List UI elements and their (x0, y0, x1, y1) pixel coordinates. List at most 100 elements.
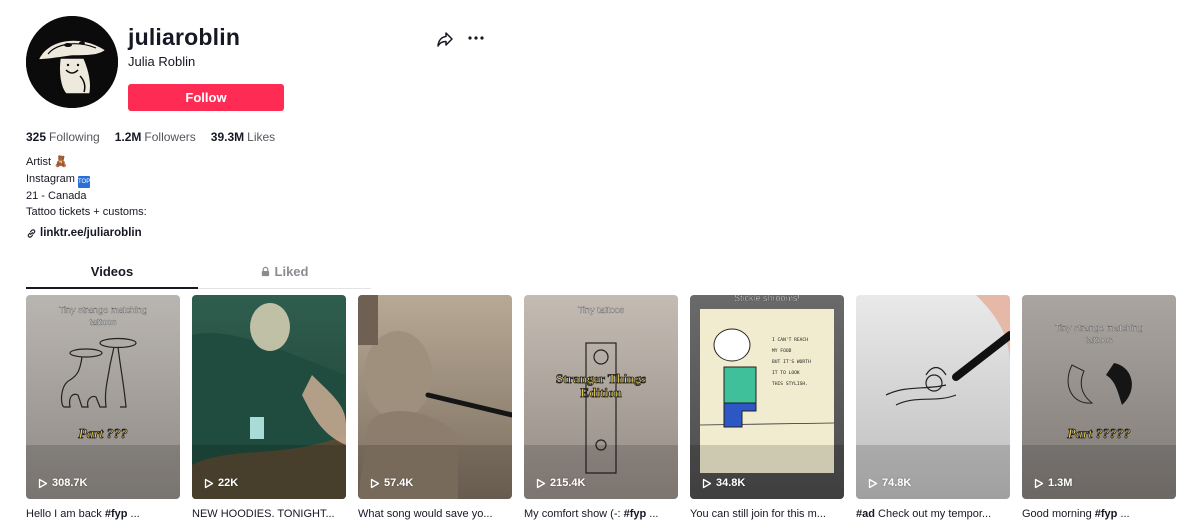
share-arrow-icon[interactable] (436, 30, 454, 48)
video-caption: #ad Check out my tempor... (856, 508, 992, 520)
video-caption: Hello I am back #fyp ... (26, 508, 140, 520)
view-count-text: 1.3M (1048, 477, 1073, 489)
svg-text:BUT IT'S WORTH: BUT IT'S WORTH (772, 359, 811, 365)
view-count-text: 22K (218, 477, 239, 489)
stat-value: 325 (26, 130, 47, 144)
profile-tabs: Videos Liked (26, 259, 371, 289)
view-count-text: 215.4K (550, 477, 586, 489)
bio-line: Instagram TOP (26, 171, 147, 188)
tab-videos[interactable]: Videos (26, 259, 198, 289)
video-thumbnail[interactable]: 22K (192, 295, 346, 499)
top-badge-icon: TOP (77, 175, 90, 188)
video-overlay-text: Stickle shrooms! (734, 295, 800, 303)
stat-following[interactable]: 325 Following (26, 130, 100, 144)
profile-header: juliaroblin Julia Roblin Follow (26, 16, 496, 116)
video-caption: You can still join for this m... (690, 508, 826, 520)
video-overlay-part: Part ??? (78, 427, 127, 442)
video-caption: My comfort show (-: #fyp ... (524, 508, 659, 520)
video-artwork (856, 295, 1010, 499)
video-caption: NEW HOODIES. TONIGHT... (192, 508, 335, 520)
video-card[interactable]: Tiny strange matching tattoos Part ????? 1.… (1022, 295, 1176, 521)
username: juliaroblin (128, 24, 241, 50)
svg-text:THIS STYLISH.: THIS STYLISH. (772, 381, 808, 387)
bio-line: Tattoo tickets + customs: (26, 206, 147, 218)
view-count: 57.4K (370, 477, 413, 489)
video-artwork (192, 295, 346, 499)
video-overlay-text: tattoos (1085, 335, 1113, 345)
video-overlay-text: Tiny strange matching (59, 305, 147, 315)
hashtag-link[interactable]: #fyp (1095, 508, 1118, 520)
hashtag-link[interactable]: #fyp (624, 508, 647, 520)
tab-liked[interactable]: Liked (198, 259, 370, 288)
stat-label: Likes (247, 130, 276, 144)
profile-stats: 325 Following 1.2M Followers 39.3M Likes (26, 130, 275, 144)
video-thumbnail[interactable]: Tiny tattoos Stranger Things Edition 215.4K (524, 295, 678, 499)
profile-names: juliaroblin Julia Roblin (128, 22, 240, 70)
stat-followers[interactable]: 1.2M Followers (115, 130, 196, 144)
video-artwork: Tiny tattoos Stranger ThingsEdition (524, 295, 678, 499)
video-caption: Good morning #fyp ... (1022, 508, 1130, 520)
bio-line: 21 - Canada (26, 189, 87, 202)
view-count: 74.8K (868, 477, 911, 489)
bio-link[interactable]: linktr.ee/juliaroblin (26, 227, 142, 239)
svg-text:MY FOOD: MY FOOD (772, 348, 792, 354)
video-artwork (358, 295, 512, 499)
bio-link-text[interactable]: linktr.ee/juliaroblin (40, 227, 142, 239)
video-thumbnail[interactable]: 57.4K (358, 295, 512, 499)
bio-text: Artist (26, 156, 52, 168)
video-thumbnail[interactable]: Tiny strange matching tattoos Part ????? 1.… (1022, 295, 1176, 499)
video-thumbnail[interactable]: 74.8K (856, 295, 1010, 499)
video-artwork: Tiny strange matching tattoos Part ????? (1022, 295, 1176, 499)
more-dots-icon[interactable] (467, 29, 485, 47)
video-artwork: Tiny strange matching tattoos Part ??? (26, 295, 180, 499)
play-icon (370, 478, 380, 488)
tab-label: Videos (90, 264, 134, 279)
video-overlay-text: Tiny tattoos (578, 305, 625, 315)
view-count-text: 74.8K (882, 477, 912, 489)
video-card[interactable]: Tiny strange matching tattoos Part ??? 308.… (26, 295, 180, 521)
follow-button[interactable]: Follow (128, 84, 284, 111)
video-overlay-part: Part ????? (1067, 427, 1130, 442)
video-card[interactable]: 57.4K What song would save yo... (358, 295, 512, 521)
teddy-bear-icon: 🧸 (54, 156, 68, 168)
video-card[interactable]: Tiny tattoos Stranger Things Edition 215.4K… (524, 295, 678, 521)
stat-likes: 39.3M Likes (211, 130, 275, 144)
display-name: Julia Roblin (128, 54, 196, 69)
stat-label: Following (49, 130, 100, 144)
bio: Artist 🧸 Instagram TOP 21 - Canada Tatto… (26, 154, 147, 221)
video-overlay-text: tattoos (89, 317, 117, 327)
play-icon (868, 478, 878, 488)
hashtag-link[interactable]: #fyp (105, 508, 128, 520)
mushroom-avatar-icon (26, 16, 118, 108)
bio-text: Instagram (26, 172, 75, 185)
stat-value: 1.2M (114, 130, 142, 144)
play-icon (702, 478, 712, 488)
view-count: 215.4K (536, 477, 585, 489)
play-icon (536, 478, 546, 488)
view-count-text: 34.8K (716, 477, 746, 489)
play-icon (204, 478, 214, 488)
video-caption: What song would save yo... (358, 508, 493, 520)
bio-line: Artist 🧸 (26, 154, 147, 171)
view-count: 34.8K (702, 477, 745, 489)
video-card[interactable]: I CAN'T REACH MY FOOD BUT IT'S WORTH IT TO … (690, 295, 844, 521)
video-overlay-title: Edition (580, 385, 622, 400)
video-artwork: I CAN'T REACH MY FOOD BUT IT'S WORTH IT TO … (690, 295, 844, 499)
view-count: 1.3M (1034, 477, 1072, 489)
video-overlay-text: Tiny strange matching (1055, 323, 1143, 333)
avatar[interactable] (26, 16, 118, 108)
video-thumbnail[interactable]: I CAN'T REACH MY FOOD BUT IT'S WORTH IT TO … (690, 295, 844, 499)
view-count-text: 57.4K (384, 477, 414, 489)
tab-label: Liked (274, 264, 309, 279)
video-card[interactable]: 74.8K #ad Check out my tempor... (856, 295, 1010, 521)
video-thumbnail[interactable]: Tiny strange matching tattoos Part ??? 308.… (26, 295, 180, 499)
stat-value: 39.3M (210, 130, 245, 144)
video-overlay-title: Stranger Things (556, 371, 646, 386)
link-icon (27, 228, 36, 238)
video-card[interactable]: 22K NEW HOODIES. TONIGHT... (192, 295, 346, 521)
play-icon (1034, 478, 1044, 488)
svg-text:I CAN'T REACH: I CAN'T REACH (772, 337, 808, 343)
svg-text:IT TO LOOK: IT TO LOOK (772, 370, 800, 376)
hashtag-link[interactable]: #ad (856, 508, 875, 520)
lock-icon (261, 266, 269, 277)
